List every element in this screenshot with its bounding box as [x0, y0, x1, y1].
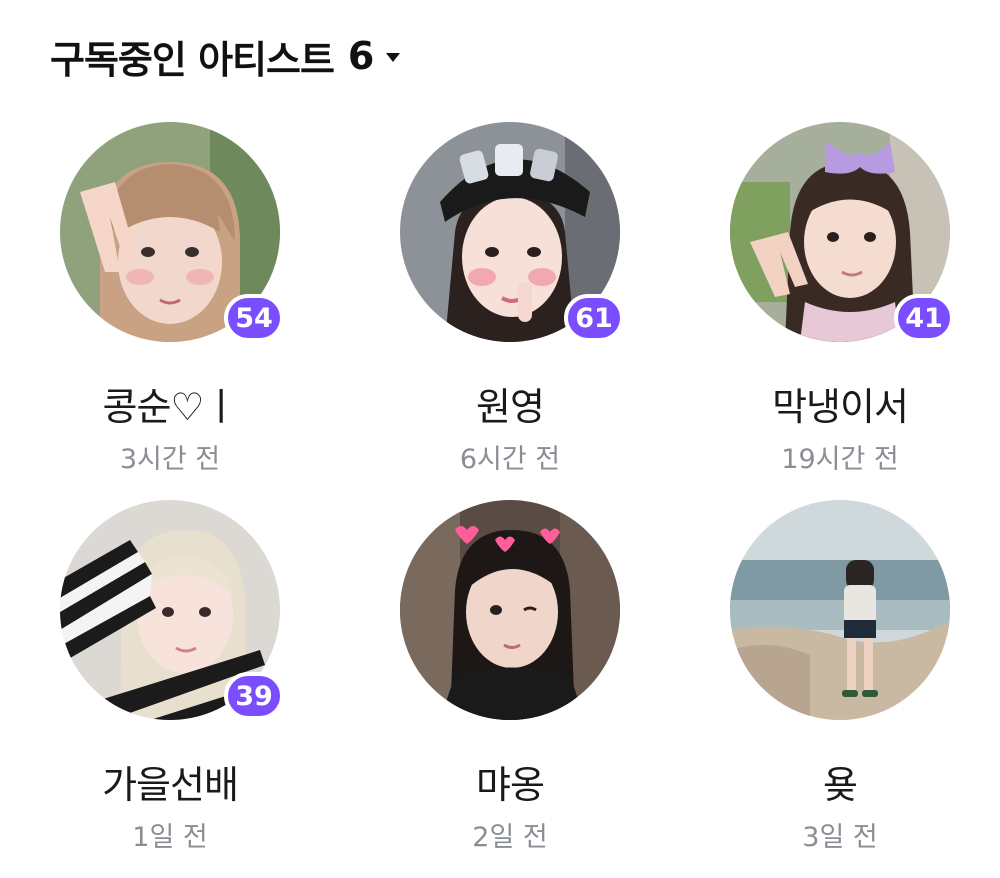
last-active-time: 1일 전: [132, 822, 208, 853]
artist-name: 막냉이서: [772, 385, 909, 429]
artist-name: 콩순♡ㅣ: [102, 385, 239, 429]
artist-name: 원영: [476, 385, 545, 429]
caret-down-icon[interactable]: [386, 52, 401, 62]
artist-name: 먀옹: [476, 763, 545, 807]
new-post-count-badge: 54: [224, 294, 284, 342]
artist-item[interactable]: 54 콩순♡ㅣ 3시간 전: [0, 122, 340, 500]
last-active-time: 3시간 전: [119, 444, 221, 475]
artist-list-header[interactable]: 구독중인 아티스트 6: [50, 28, 401, 84]
last-active-time: 2일 전: [472, 822, 548, 853]
artist-name: 가을선배: [102, 763, 239, 807]
artist-count: 6: [347, 34, 375, 78]
artist-photo: [400, 500, 620, 720]
new-post-count-badge: 39: [224, 672, 284, 720]
new-post-count-badge: 41: [894, 294, 954, 342]
avatar-wrap: 54: [60, 122, 284, 342]
avatar: [730, 500, 950, 720]
artist-item[interactable]: 먀옹 2일 전: [340, 500, 680, 878]
artist-item[interactable]: 41 막냉이서 19시간 전: [680, 122, 1000, 500]
page-title: 구독중인 아티스트: [50, 37, 335, 82]
avatar-wrap: 39: [60, 500, 284, 720]
artist-grid: 54 콩순♡ㅣ 3시간 전 61 원영 6시간 전 41 막냉이서 19시간 전…: [0, 122, 1000, 878]
artist-photo: [730, 500, 950, 720]
avatar-wrap: [730, 500, 950, 720]
last-active-time: 19시간 전: [781, 444, 899, 475]
avatar-wrap: 61: [400, 122, 624, 342]
avatar-wrap: [400, 500, 620, 720]
last-active-time: 6시간 전: [459, 444, 561, 475]
artist-item[interactable]: 61 원영 6시간 전: [340, 122, 680, 500]
last-active-time: 3일 전: [802, 822, 878, 853]
artist-name: 욪: [823, 763, 858, 807]
avatar: [400, 500, 620, 720]
artist-item[interactable]: 욪 3일 전: [680, 500, 1000, 878]
new-post-count-badge: 61: [564, 294, 624, 342]
avatar-wrap: 41: [730, 122, 954, 342]
artist-item[interactable]: 39 가을선배 1일 전: [0, 500, 340, 878]
